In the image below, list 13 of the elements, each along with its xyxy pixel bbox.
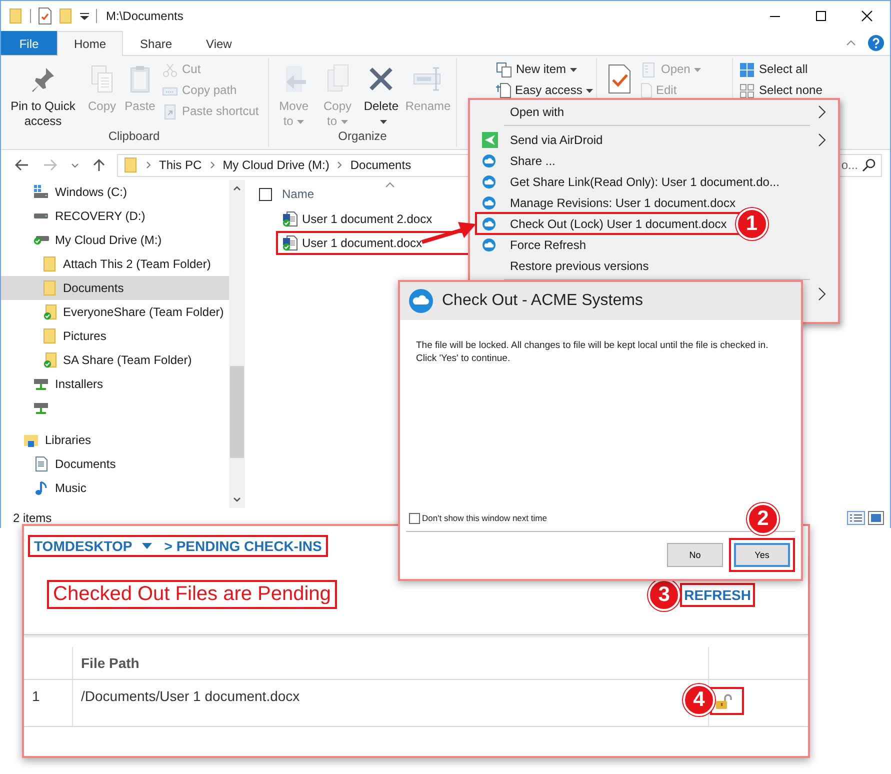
callout-badge: 2: [747, 503, 779, 535]
callout-badge: 3: [648, 579, 680, 611]
table-cell-text: 1: [31, 687, 41, 706]
annotation-text: Checked Out Files are Pending: [49, 582, 335, 607]
callout-badge: 4: [683, 684, 715, 716]
group-label: Organize: [337, 129, 388, 145]
window-title: M:\Documents: [106, 9, 184, 23]
item-count: 2 items: [13, 511, 52, 525]
callout-badge: 1: [736, 208, 768, 240]
dialog-title: Check Out - ACME Systems: [442, 292, 643, 310]
group-label: Clipboard: [107, 129, 161, 145]
dialog-message: The file will be locked. All changes to file will be kept local until the file is checked in. Click 'Yes' to continue.: [415, 339, 770, 366]
breadcrumb-item: > PENDING CHECK-INS: [164, 538, 322, 554]
